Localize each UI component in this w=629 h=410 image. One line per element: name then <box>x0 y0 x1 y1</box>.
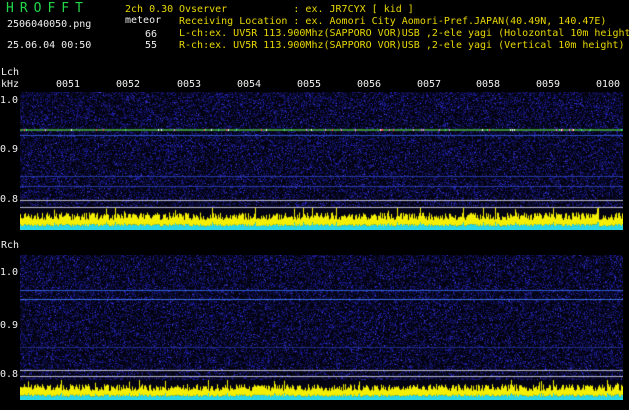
rch-ytick-0-8: 0.8 <box>0 369 19 380</box>
time-label-0056: 0056 <box>357 79 382 90</box>
app-logo: HROFFT <box>6 1 89 16</box>
lch-spectrogram-canvas <box>20 92 623 230</box>
rch-ytick-1-0: 1.0 <box>0 267 19 278</box>
lch-waterfall <box>20 92 623 230</box>
hrofft-screen: HROFFT 2506040050.png 25.06.04 00:50 2ch… <box>0 0 629 410</box>
date-time: 25.06.04 00:50 <box>7 40 92 51</box>
time-label-0051: 0051 <box>56 79 81 90</box>
rch-spectrogram-canvas <box>20 255 623 400</box>
khz-label: kHz <box>1 79 20 90</box>
meteor-count-rch: 55 <box>145 40 158 51</box>
lch-label: Lch <box>1 67 20 78</box>
meteor-count-lch: 66 <box>145 29 158 40</box>
time-label-0052: 0052 <box>116 79 141 90</box>
lch-ytick-0-9: 0.9 <box>0 144 19 155</box>
rch-label: Rch <box>1 240 20 251</box>
time-label-0053: 0053 <box>177 79 202 90</box>
location-info: Receiving Location : ex. Aomori City Aom… <box>179 16 607 27</box>
time-label-0057: 0057 <box>417 79 442 90</box>
time-label-0100: 0100 <box>596 79 621 90</box>
version-label: 2ch 0.30 <box>125 4 174 15</box>
lch-ytick-0-8: 0.8 <box>0 194 19 205</box>
time-label-0054: 0054 <box>237 79 262 90</box>
time-label-0055: 0055 <box>297 79 322 90</box>
time-label-0058: 0058 <box>476 79 501 90</box>
rch-waterfall <box>20 255 623 400</box>
observer-info: Ovserver : ex. JR7CYX [ kid ] <box>179 4 414 15</box>
time-label-0059: 0059 <box>536 79 561 90</box>
lch-ytick-1-0: 1.0 <box>0 95 19 106</box>
rch-info: R-ch:ex. UV5R 113.900Mhz(SAPPORO VOR)USB… <box>179 40 625 51</box>
rch-ytick-0-9: 0.9 <box>0 320 19 331</box>
meteor-label: meteor <box>125 15 162 26</box>
lch-info: L-ch:ex. UV5R 113.900Mhz(SAPPORO VOR)USB… <box>179 28 629 39</box>
file-name: 2506040050.png <box>7 19 92 30</box>
